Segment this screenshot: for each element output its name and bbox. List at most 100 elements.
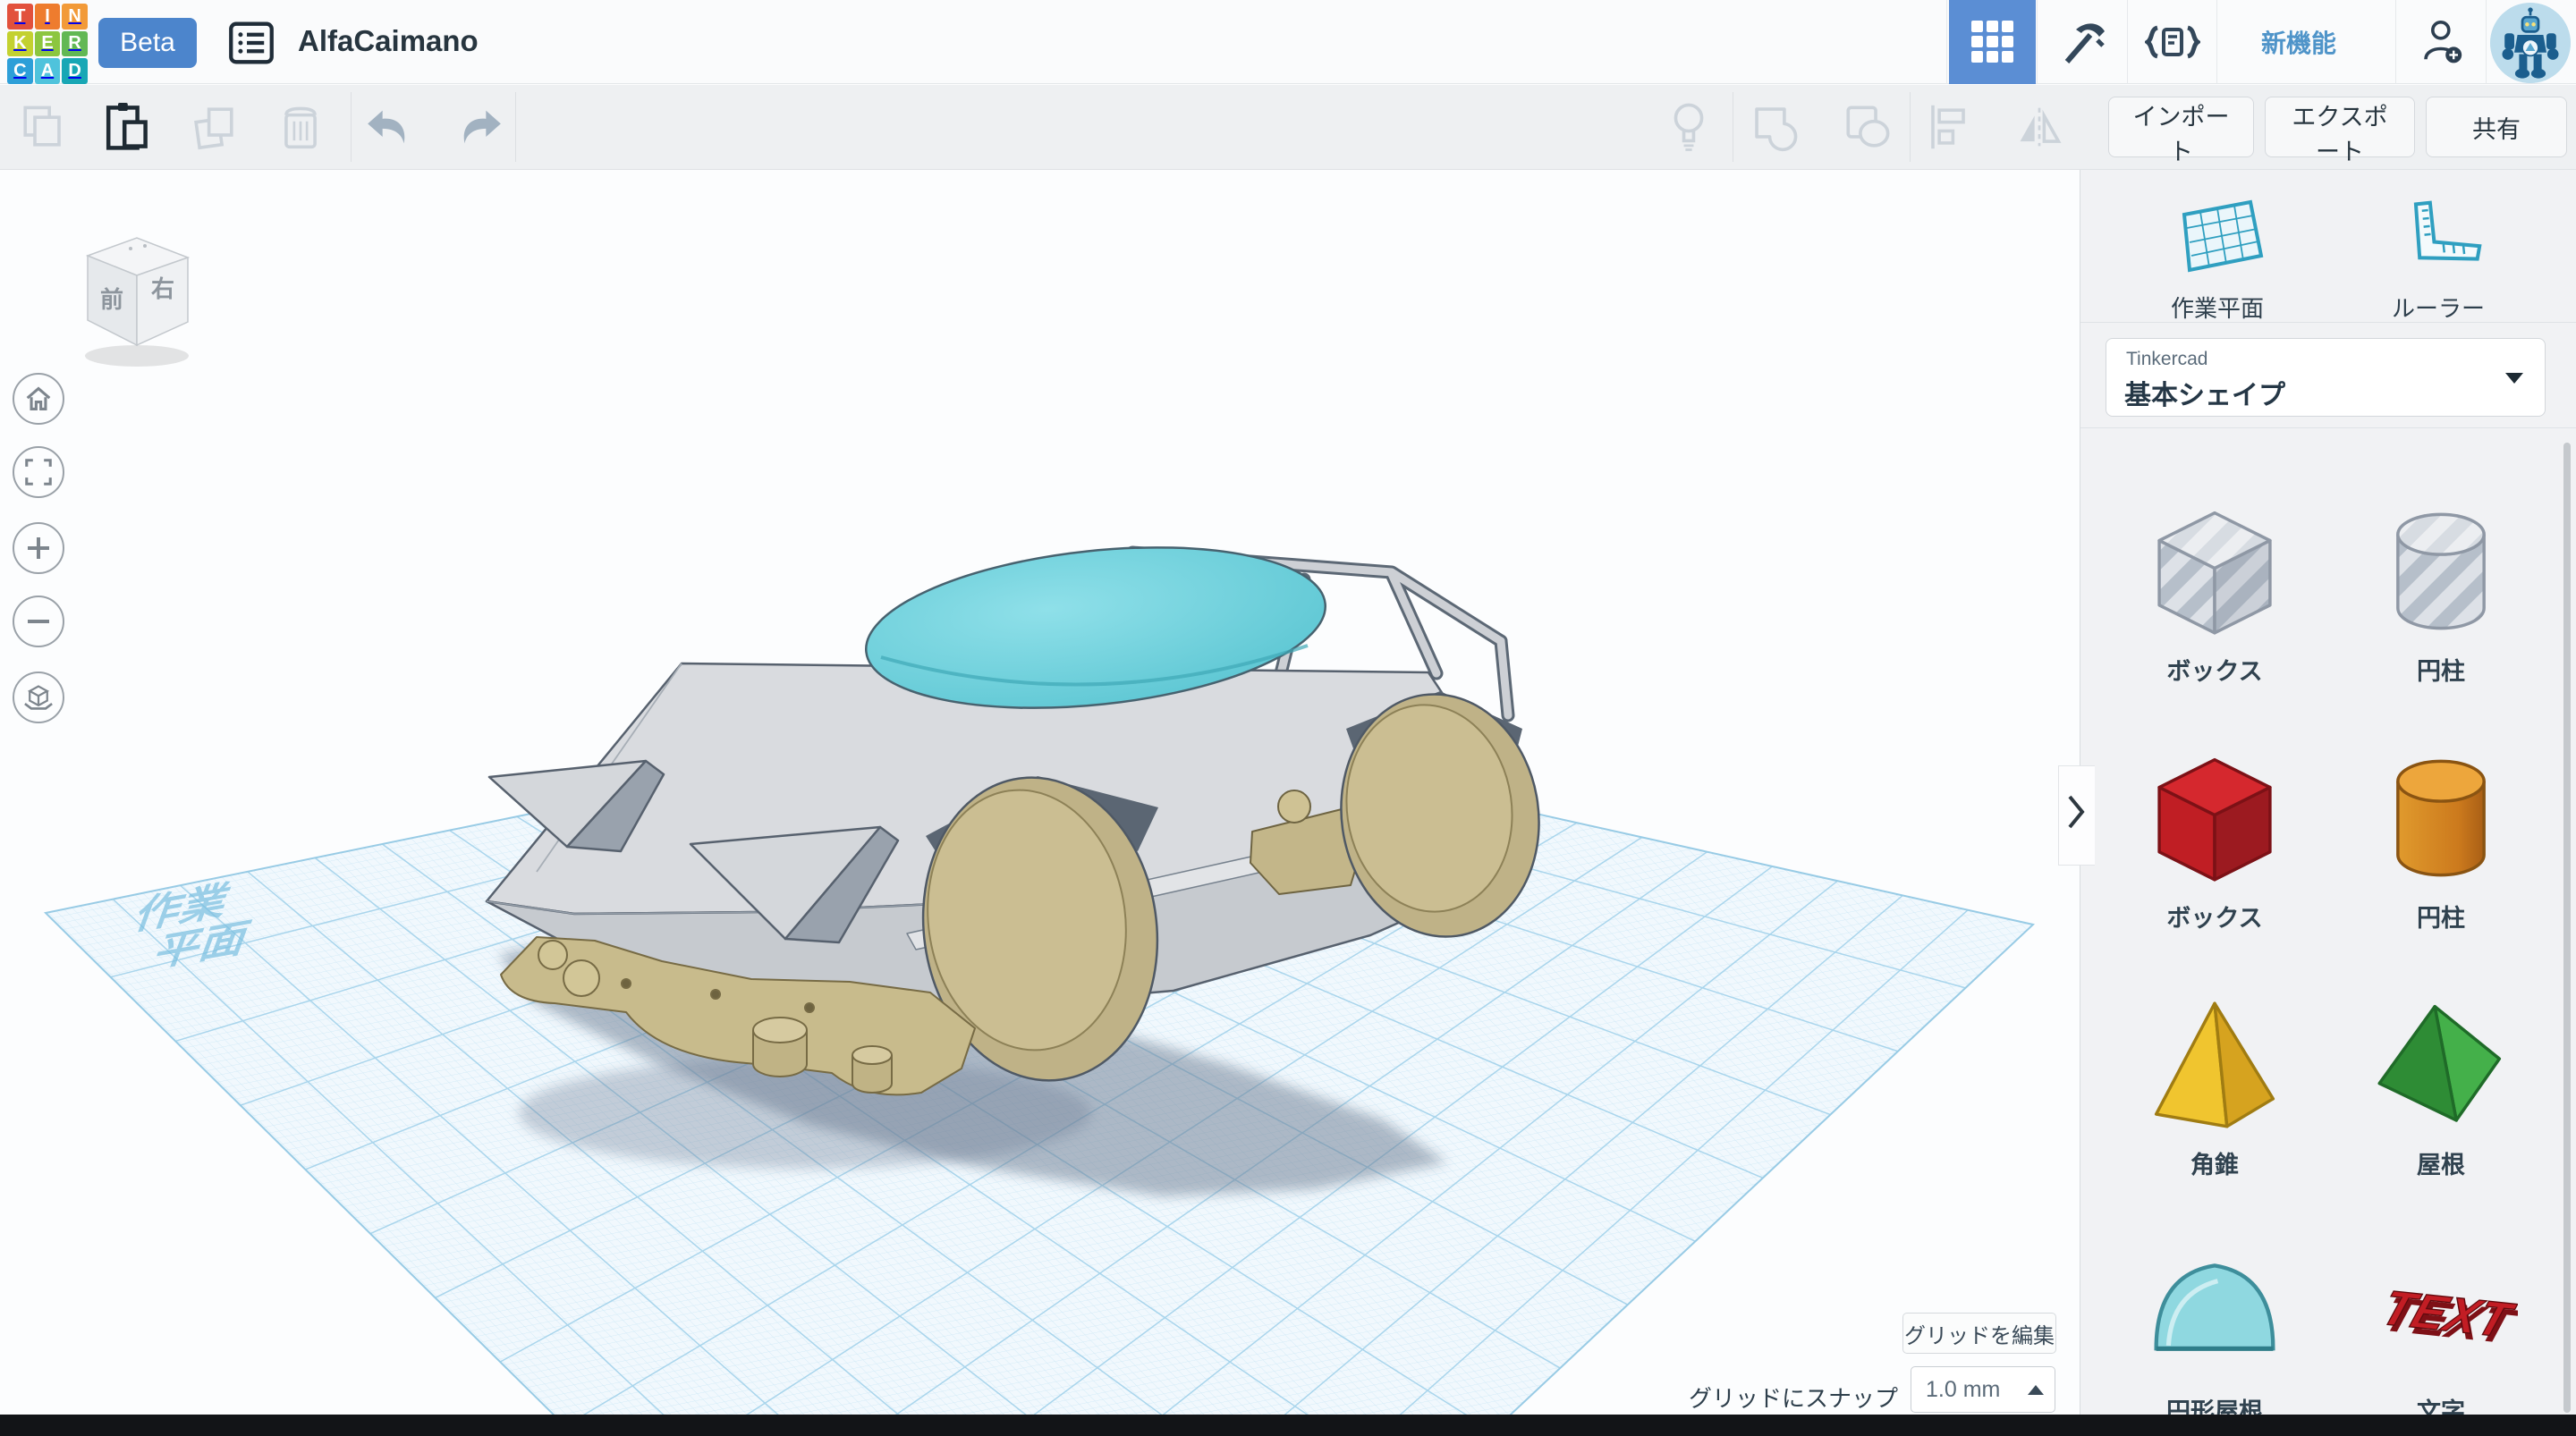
header-separator xyxy=(2216,0,2217,84)
logo-tile: C xyxy=(7,58,33,84)
viewcube-right-face[interactable]: 右 xyxy=(151,275,174,302)
ungroup-button[interactable] xyxy=(1838,97,1897,156)
edit-grid-button[interactable]: グリッドを編集 xyxy=(1902,1313,2056,1354)
header-separator xyxy=(1946,0,1947,84)
logo-tile: K xyxy=(7,31,33,57)
ruler-tool-button[interactable]: ルーラー xyxy=(2340,190,2537,329)
shape-label: 屋根 xyxy=(2329,1145,2553,1180)
group-icon xyxy=(1749,101,1801,153)
toolbar-separator xyxy=(1910,92,1911,162)
trash-icon xyxy=(278,102,323,152)
shape-tile-box[interactable]: ボックス xyxy=(2103,730,2326,944)
header-separator xyxy=(2486,0,2487,84)
snap-grid-value: 1.0 mm xyxy=(1926,1377,2000,1403)
shape-library-select[interactable]: Tinkercad 基本シェイプ xyxy=(2106,338,2546,417)
shape-tile-round-roof[interactable]: 円形屋根 xyxy=(2103,1223,2326,1436)
robot-avatar-icon xyxy=(2490,3,2571,83)
caret-down-icon xyxy=(2505,373,2523,384)
toolbar-separator xyxy=(515,92,516,162)
perspective-cube-icon xyxy=(23,683,54,712)
perspective-toggle-button[interactable] xyxy=(13,672,64,723)
shapes-panel: 作業平面 ルーラー Tinkercad 基本シェイプ ボック xyxy=(2080,170,2576,1436)
show-all-button[interactable] xyxy=(1659,97,1718,156)
paste-button[interactable] xyxy=(97,97,156,156)
fit-view-icon xyxy=(25,459,52,486)
header-separator xyxy=(2395,0,2396,84)
panel-scrollbar[interactable] xyxy=(2563,443,2571,1413)
redo-button[interactable] xyxy=(450,97,509,156)
chevron-right-icon xyxy=(2063,791,2089,832)
codeblocks-icon xyxy=(2145,17,2200,67)
logo-tile: D xyxy=(62,58,88,84)
shape-label: ボックス xyxy=(2103,652,2326,687)
invite-user-button[interactable] xyxy=(2398,0,2485,84)
minecraft-export-button[interactable] xyxy=(2039,0,2126,84)
undo-button[interactable] xyxy=(360,97,419,156)
workplane-tool-button[interactable]: 作業平面 xyxy=(2119,190,2316,329)
codeblocks-button[interactable] xyxy=(2130,0,2215,84)
logo-tile: T xyxy=(7,4,33,30)
user-avatar[interactable] xyxy=(2490,3,2571,83)
header-separator xyxy=(2037,0,2038,84)
panel-collapse-toggle[interactable] xyxy=(2058,765,2095,866)
copy-icon xyxy=(19,103,67,151)
fit-view-button[interactable] xyxy=(13,446,64,498)
import-button[interactable]: インポート xyxy=(2108,97,2254,157)
tinkercad-app: { "header": { "logo": { "letters": ["T",… xyxy=(0,0,2576,1436)
paste-icon xyxy=(102,101,150,153)
box-icon xyxy=(2138,741,2292,895)
edit-toolbar: インポート エクスポート 共有 xyxy=(0,85,2576,170)
workplane-tool-label: 作業平面 xyxy=(2119,291,2316,324)
snap-grid-select[interactable]: 1.0 mm xyxy=(1911,1366,2055,1413)
logo-tile: E xyxy=(35,31,61,57)
shape-tile-pyramid[interactable]: 角錐 xyxy=(2103,976,2326,1191)
tinkercad-logo[interactable]: TIN KER CAD xyxy=(7,4,88,84)
logo-tile: I xyxy=(35,4,61,30)
duplicate-icon xyxy=(190,103,238,151)
shape-tile-roof[interactable]: 屋根 xyxy=(2329,976,2553,1191)
view-cube[interactable]: 前 右 xyxy=(52,222,222,396)
pickaxe-icon xyxy=(2058,17,2108,67)
shape-tile-cylinder[interactable]: 円柱 xyxy=(2329,730,2553,944)
group-button[interactable] xyxy=(1745,97,1804,156)
shape-tile-text[interactable]: TEXT TEXT 文字 xyxy=(2329,1223,2553,1436)
delete-button[interactable] xyxy=(271,97,330,156)
dashboard-grid-button[interactable] xyxy=(1949,0,2036,84)
home-icon xyxy=(24,385,53,412)
align-icon xyxy=(1925,102,1971,152)
export-button[interactable]: エクスポート xyxy=(2265,97,2415,157)
pyramid-icon xyxy=(2138,988,2292,1142)
zoom-in-button[interactable] xyxy=(13,522,64,574)
align-button[interactable] xyxy=(1919,97,1978,156)
roof-icon xyxy=(2364,988,2518,1142)
cylinder-icon xyxy=(2364,741,2518,895)
lightbulb-icon xyxy=(1669,100,1708,154)
design-menu-button[interactable] xyxy=(226,21,276,67)
home-view-button[interactable] xyxy=(13,373,64,425)
library-name: 基本シェイプ xyxy=(2124,373,2285,412)
plus-icon xyxy=(26,536,51,561)
shape-tile-cylinder-hole[interactable]: 円柱 xyxy=(2329,483,2553,697)
zoom-out-button[interactable] xyxy=(13,596,64,647)
panel-divider xyxy=(2080,322,2576,323)
logo-tile: R xyxy=(62,31,88,57)
top-header: TIN KER CAD Beta AlfaCaimano xyxy=(0,0,2576,84)
caret-up-icon xyxy=(2028,1385,2044,1395)
whats-new-link[interactable]: 新機能 xyxy=(2261,0,2336,84)
library-brand: Tinkercad xyxy=(2126,349,2207,370)
beta-button[interactable]: Beta xyxy=(98,18,197,68)
share-button[interactable]: 共有 xyxy=(2426,97,2567,157)
duplicate-button[interactable] xyxy=(184,97,243,156)
viewcube-front-face[interactable]: 前 xyxy=(100,286,123,313)
shape-tile-box-hole[interactable]: ボックス xyxy=(2103,483,2326,697)
undo-icon xyxy=(364,107,414,147)
mirror-button[interactable] xyxy=(2010,97,2069,156)
mirror-icon xyxy=(2013,105,2065,149)
background-window-strip xyxy=(0,1415,2576,1436)
logo-tile: N xyxy=(62,4,88,30)
ruler-tool-label: ルーラー xyxy=(2340,291,2537,324)
shape-label: 円柱 xyxy=(2329,899,2553,933)
design-title: AlfaCaimano xyxy=(298,24,479,58)
logo-tile: A xyxy=(35,58,61,84)
copy-button[interactable] xyxy=(13,97,72,156)
